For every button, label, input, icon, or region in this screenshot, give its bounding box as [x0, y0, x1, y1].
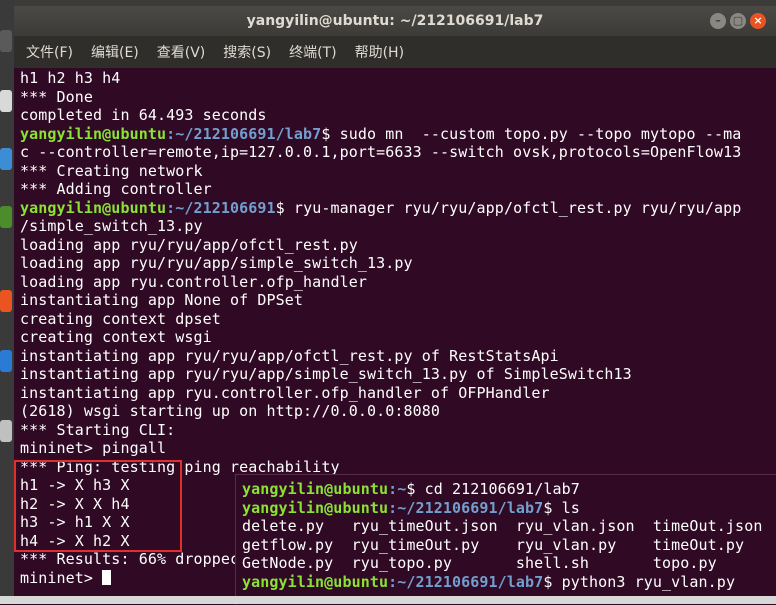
window-title: yangyilin@ubuntu: ~/212106691/lab7 — [246, 13, 544, 29]
terminal-line: (2618) wsgi starting up on http://0.0.0.… — [20, 402, 440, 420]
terminal-line: yangyilin@ubuntu:~$ cd 212106691/lab7 — [242, 480, 580, 498]
output-text: /simple_switch_13.py — [20, 217, 203, 235]
output-text: creating context wsgi — [20, 328, 212, 346]
menu-bar: 文件(F) 编辑(E) 查看(V) 搜索(S) 终端(T) 帮助(H) — [14, 36, 776, 68]
output-text: getflow.py ryu_timeOut.py ryu_vlan.py ti… — [242, 535, 745, 554]
minimize-button[interactable]: – — [710, 13, 726, 29]
terminal-line: *** Done — [20, 88, 93, 106]
terminal-line: instantiating app ryu/ryu/app/ofctl_rest… — [20, 347, 559, 365]
prompt-path: :~/212106691 — [166, 198, 276, 217]
output-text: creating context dpset — [20, 309, 221, 328]
output-text: *** Starting CLI: — [20, 420, 176, 439]
output-text: delete.py ryu_timeOut.json ryu_vlan.json… — [242, 517, 763, 535]
output-text: GetNode.py ryu_topo.py shell.sh topo.py — [242, 554, 717, 572]
terminal-line: *** Starting CLI: — [20, 421, 175, 439]
output-text: mininet> — [20, 568, 103, 587]
terminal-line: instantiating app None of DPSet — [20, 291, 303, 309]
output-text: loading app ryu/ryu/app/ofctl_rest.py — [20, 235, 358, 254]
terminal-line: yangyilin@ubuntu:~/212106691/lab7$ sudo … — [20, 125, 741, 143]
menu-search[interactable]: 搜索(S) — [211, 42, 277, 62]
command-text: $ ryu-manager ryu/ryu/app/ofctl_rest.py … — [275, 198, 742, 217]
terminal-line: loading app ryu/ryu/app/simple_switch_13… — [20, 254, 413, 272]
terminal-line: instantiating app ryu/ryu/app/simple_swi… — [20, 365, 632, 383]
terminal-line: yangyilin@ubuntu:~/212106691/lab7$ pytho… — [242, 573, 735, 591]
terminal-line: instantiating app ryu.controller.ofp_han… — [20, 384, 550, 402]
output-text: c --controller=remote,ip=127.0.0.1,port=… — [20, 143, 742, 161]
prompt-path: :~/212106691/lab7 — [388, 572, 544, 591]
command-text: $ sudo mn --custom topo.py --topo mytopo… — [321, 124, 742, 143]
command-text: $ ls — [543, 498, 580, 517]
terminal-line: /simple_switch_13.py — [20, 217, 203, 235]
menu-edit[interactable]: 编辑(E) — [79, 42, 145, 62]
launcher-app-icon[interactable] — [0, 206, 12, 228]
terminal-line: mininet> — [20, 568, 112, 587]
launcher-app-icon[interactable] — [0, 90, 12, 112]
output-text: h1 h2 h3 h4 — [20, 69, 121, 87]
menu-help[interactable]: 帮助(H) — [343, 42, 410, 62]
terminal-line: loading app ryu/ryu/app/ofctl_rest.py — [20, 236, 358, 254]
terminal-line: *** Creating network — [20, 162, 203, 180]
output-text: *** Results: 66% droppec — [20, 550, 240, 568]
window-titlebar[interactable]: yangyilin@ubuntu: ~/212106691/lab7 – ▢ × — [14, 6, 776, 36]
command-text: $ cd 212106691/lab7 — [406, 480, 580, 498]
prompt-user: yangyilin@ubuntu — [20, 198, 167, 217]
prompt-path: :~/212106691/lab7 — [166, 124, 322, 143]
output-text: instantiating app ryu/ryu/app/simple_swi… — [20, 365, 632, 383]
terminal-line: *** Results: 66% droppec — [20, 550, 239, 568]
terminal-overlay[interactable]: yangyilin@ubuntu:~$ cd 212106691/lab7 yan… — [235, 474, 776, 605]
terminal-line: loading app ryu.controller.ofp_handler — [20, 273, 367, 291]
terminal-line: h1 h2 h3 h4 — [20, 69, 120, 87]
terminal-line: getflow.py ryu_timeOut.py ryu_vlan.py ti… — [242, 536, 744, 554]
output-text: (2618) wsgi starting up on http://0.0.0.… — [20, 402, 441, 420]
launcher-app-icon[interactable] — [0, 350, 12, 372]
close-button[interactable]: × — [750, 13, 766, 29]
maximize-button[interactable]: ▢ — [730, 13, 746, 29]
launcher-dock — [0, 0, 14, 604]
command-text: $ python3 ryu_vlan.py — [543, 572, 736, 591]
terminal-line: creating context wsgi — [20, 328, 212, 346]
terminal-line: *** Adding controller — [20, 180, 212, 198]
terminal-line: creating context dpset — [20, 310, 221, 328]
bottom-strip — [0, 596, 776, 604]
output-text: mininet> pingall — [20, 439, 167, 457]
terminal-line: completed in 64.493 seconds — [20, 106, 267, 124]
terminal-line: delete.py ryu_timeOut.json ryu_vlan.json… — [242, 517, 762, 535]
launcher-app-icon[interactable] — [0, 290, 12, 312]
menu-terminal[interactable]: 终端(T) — [277, 42, 342, 62]
terminal-line: c --controller=remote,ip=127.0.0.1,port=… — [20, 143, 741, 161]
launcher-app-icon[interactable] — [0, 30, 12, 52]
launcher-app-icon[interactable] — [0, 420, 12, 442]
output-text: loading app ryu/ryu/app/simple_switch_13… — [20, 254, 413, 272]
prompt-user: yangyilin@ubuntu — [242, 480, 389, 498]
output-text: loading app ryu.controller.ofp_handler — [20, 272, 367, 291]
prompt-path: :~ — [388, 480, 407, 498]
highlight-box — [14, 460, 182, 552]
output-text: *** Done — [20, 87, 94, 106]
output-text: instantiating app None of DPSet — [20, 291, 304, 309]
prompt-path: :~/212106691/lab7 — [388, 498, 544, 517]
terminal-line: mininet> pingall — [20, 439, 166, 457]
prompt-user: yangyilin@ubuntu — [242, 498, 389, 517]
prompt-user: yangyilin@ubuntu — [20, 124, 167, 143]
terminal-line: GetNode.py ryu_topo.py shell.sh topo.py — [242, 554, 717, 572]
terminal-line: yangyilin@ubuntu:~/212106691$ ryu-manage… — [20, 199, 741, 217]
text-cursor — [102, 569, 112, 585]
menu-file[interactable]: 文件(F) — [14, 42, 79, 62]
launcher-app-icon[interactable] — [0, 148, 12, 170]
output-text: instantiating app ryu.controller.ofp_han… — [20, 383, 550, 402]
output-text: *** Adding controller — [20, 180, 212, 198]
menu-view[interactable]: 查看(V) — [145, 42, 212, 62]
output-text: completed in 64.493 seconds — [20, 106, 267, 124]
output-text: instantiating app ryu/ryu/app/ofctl_rest… — [20, 346, 559, 365]
prompt-user: yangyilin@ubuntu — [242, 572, 389, 591]
output-text: *** Creating network — [20, 161, 203, 180]
terminal-line: yangyilin@ubuntu:~/212106691/lab7$ ls — [242, 499, 580, 517]
